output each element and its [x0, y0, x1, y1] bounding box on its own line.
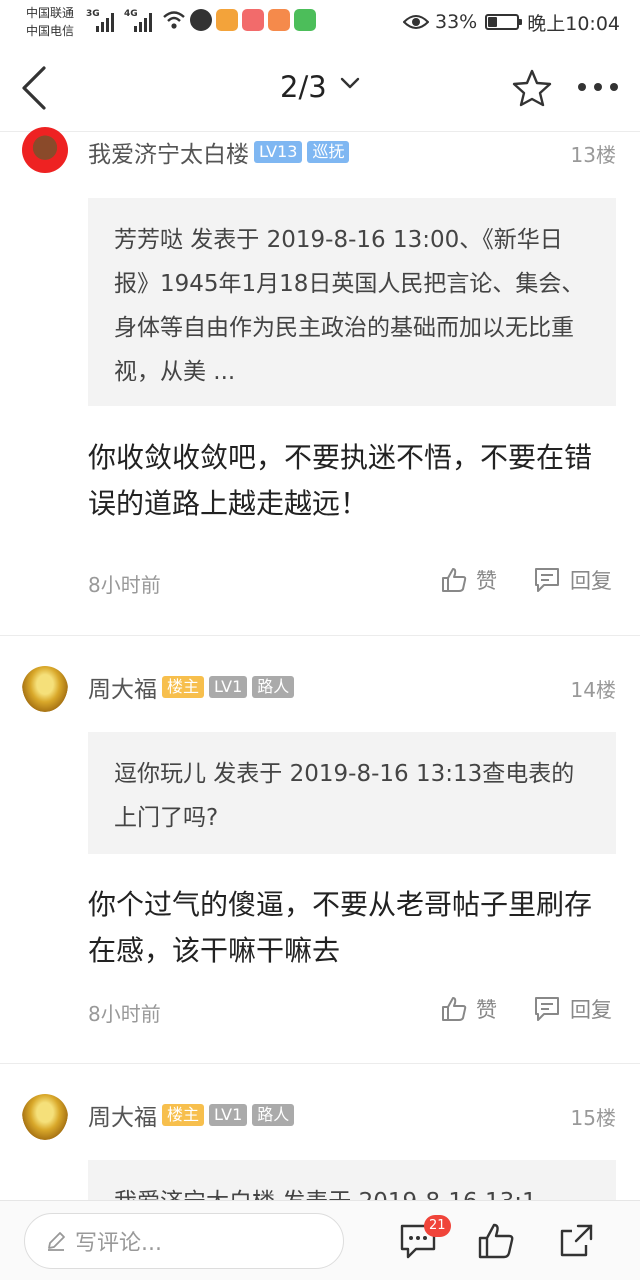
- battery-icon: [485, 14, 523, 30]
- username[interactable]: 周大福: [88, 1098, 157, 1132]
- reply-button[interactable]: 回复: [532, 994, 612, 1024]
- like-label: 赞: [476, 998, 497, 1022]
- music-app-icon: [242, 9, 264, 31]
- wifi-icon: [163, 11, 185, 29]
- quoted-post[interactable]: 逗你玩儿 发表于 2019-8-16 13:13查电表的上门了吗?: [88, 732, 616, 854]
- post-author[interactable]: 我爱济宁太白楼 LV13 巡抚: [88, 135, 350, 169]
- thumbs-up-icon: [442, 997, 467, 1021]
- op-badge: 楼主: [162, 676, 205, 698]
- nav-bar: 2/3: [0, 44, 640, 132]
- username[interactable]: 我爱济宁太白楼: [88, 135, 249, 169]
- reply-button[interactable]: 回复: [532, 565, 612, 595]
- like-button[interactable]: 赞: [440, 565, 497, 595]
- rank-badge: 路人: [252, 1104, 295, 1126]
- level-badge: LV1: [209, 676, 248, 698]
- floor-number: 14楼: [570, 678, 616, 702]
- chevron-down-icon[interactable]: [340, 76, 360, 90]
- more-icon[interactable]: [574, 80, 622, 94]
- avatar[interactable]: [22, 666, 68, 712]
- carrier-labels: 中国联通 中国电信: [26, 4, 74, 40]
- op-badge: 楼主: [162, 1104, 205, 1126]
- rank-badge: 巡抚: [307, 141, 350, 163]
- carrier-1: 中国联通: [26, 6, 75, 20]
- floor-number: 15楼: [570, 1106, 616, 1130]
- divider: [0, 1063, 640, 1064]
- avatar[interactable]: [22, 127, 68, 173]
- battery-percent: 33%: [435, 11, 478, 33]
- post-content: 你收敛收敛吧，不要执迷不悟，不要在错误的道路上越走越远！: [88, 441, 593, 520]
- bottom-bar: 写评论... 21: [0, 1200, 640, 1280]
- star-icon[interactable]: [512, 68, 552, 108]
- post-time: 8小时前: [88, 573, 161, 597]
- signal-icon-2: [134, 10, 156, 32]
- signal-icon: [96, 10, 118, 32]
- page-indicator[interactable]: 2/3: [280, 70, 327, 104]
- battery-level: [488, 17, 498, 27]
- post-author[interactable]: 周大福 楼主 LV1 路人: [88, 1098, 295, 1132]
- comment-count-badge: 21: [424, 1215, 451, 1237]
- quoted-post[interactable]: 我爱济宁太白楼 发表于 2019-8-16 13:1: [88, 1160, 616, 1200]
- floor-number: 13楼: [570, 143, 616, 167]
- comment-input[interactable]: 写评论...: [24, 1213, 344, 1269]
- pencil-icon: [48, 1232, 65, 1251]
- thumbs-up-icon: [442, 568, 467, 592]
- quoted-post[interactable]: 芳芳哒 发表于 2019-8-16 13:00、《新华日报》1945年1月18日…: [88, 198, 616, 406]
- comment-icon: [535, 997, 559, 1021]
- status-right: 33% 晚上10:04: [403, 8, 620, 36]
- like-button[interactable]: 赞: [440, 994, 497, 1024]
- post-time: 8小时前: [88, 1002, 161, 1026]
- app-notification-icon: [216, 9, 238, 31]
- iqiyi-app-icon: [294, 9, 316, 31]
- thumbs-up-icon[interactable]: [476, 1221, 516, 1261]
- comment-icon: [535, 568, 559, 592]
- post-author[interactable]: 周大福 楼主 LV1 路人: [88, 670, 295, 704]
- video-app-icon: [268, 9, 290, 31]
- eye-comfort-icon: [403, 15, 429, 29]
- reply-label: 回复: [570, 998, 612, 1022]
- rank-badge: 路人: [252, 676, 295, 698]
- level-badge: LV13: [254, 141, 303, 163]
- post-13: 我爱济宁太白楼 LV13 巡抚 13楼 芳芳哒 发表于 2019-8-16 13…: [0, 127, 640, 635]
- divider: [0, 635, 640, 636]
- level-badge: LV1: [209, 1104, 248, 1126]
- carrier-2: 中国电信: [26, 24, 75, 38]
- post-15: 周大福 楼主 LV1 路人 15楼 我爱济宁太白楼 发表于 2019-8-16 …: [0, 1088, 640, 1200]
- username[interactable]: 周大福: [88, 670, 157, 704]
- globe-app-icon: [190, 9, 212, 31]
- avatar[interactable]: [22, 1094, 68, 1140]
- post-14: 周大福 楼主 LV1 路人 14楼 逗你玩儿 发表于 2019-8-16 13:…: [0, 660, 640, 1062]
- clock: 晚上10:04: [527, 12, 620, 35]
- status-bar: 中国联通 中国电信 3G 4G 33% 晚上10:04: [0, 0, 640, 44]
- like-label: 赞: [476, 569, 497, 593]
- reply-label: 回复: [570, 569, 612, 593]
- back-icon[interactable]: [18, 66, 50, 110]
- comment-placeholder: 写评论...: [75, 1231, 162, 1256]
- post-content: 你个过气的傻逼，不要从老哥帖子里刷存在感，该干嘛干嘛去: [88, 888, 593, 967]
- share-icon[interactable]: [556, 1221, 596, 1261]
